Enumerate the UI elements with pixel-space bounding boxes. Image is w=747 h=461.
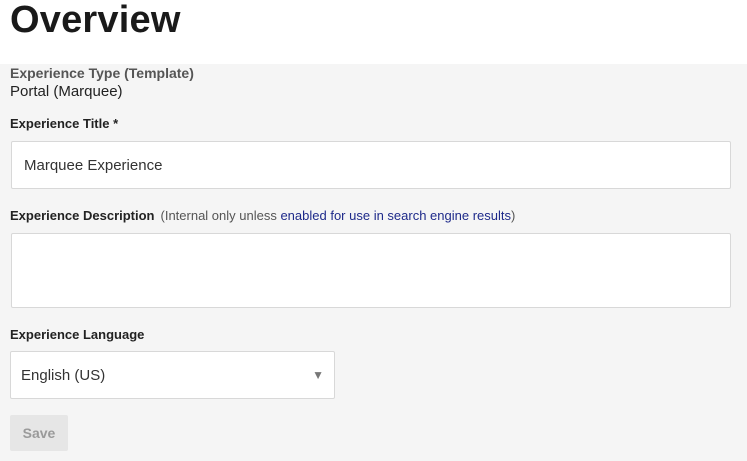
search-engine-results-link[interactable]: enabled for use in search engine results [280, 208, 511, 223]
experience-language-select[interactable]: English (US) ▼ [10, 351, 335, 399]
experience-language-value: English (US) [21, 366, 106, 384]
experience-description-label: Experience Description [10, 208, 155, 223]
experience-language-label: Experience Language [10, 327, 145, 342]
chevron-down-icon: ▼ [312, 368, 324, 382]
hint-prefix: (Internal only unless [160, 208, 281, 223]
experience-title-label: Experience Title * [10, 116, 119, 131]
save-button[interactable]: Save [10, 415, 68, 451]
experience-description-textarea[interactable] [11, 233, 731, 308]
experience-description-label-row: Experience Description (Internal only unl… [10, 208, 515, 223]
page-title: Overview [10, 0, 181, 41]
experience-title-input[interactable] [11, 141, 731, 189]
experience-type-label: Experience Type (Template) [10, 65, 194, 81]
experience-type-value: Portal (Marquee) [10, 83, 123, 100]
experience-description-hint: (Internal only unless enabled for use in… [161, 208, 516, 223]
page-header: Overview [0, 0, 747, 64]
hint-suffix: ) [511, 208, 516, 223]
